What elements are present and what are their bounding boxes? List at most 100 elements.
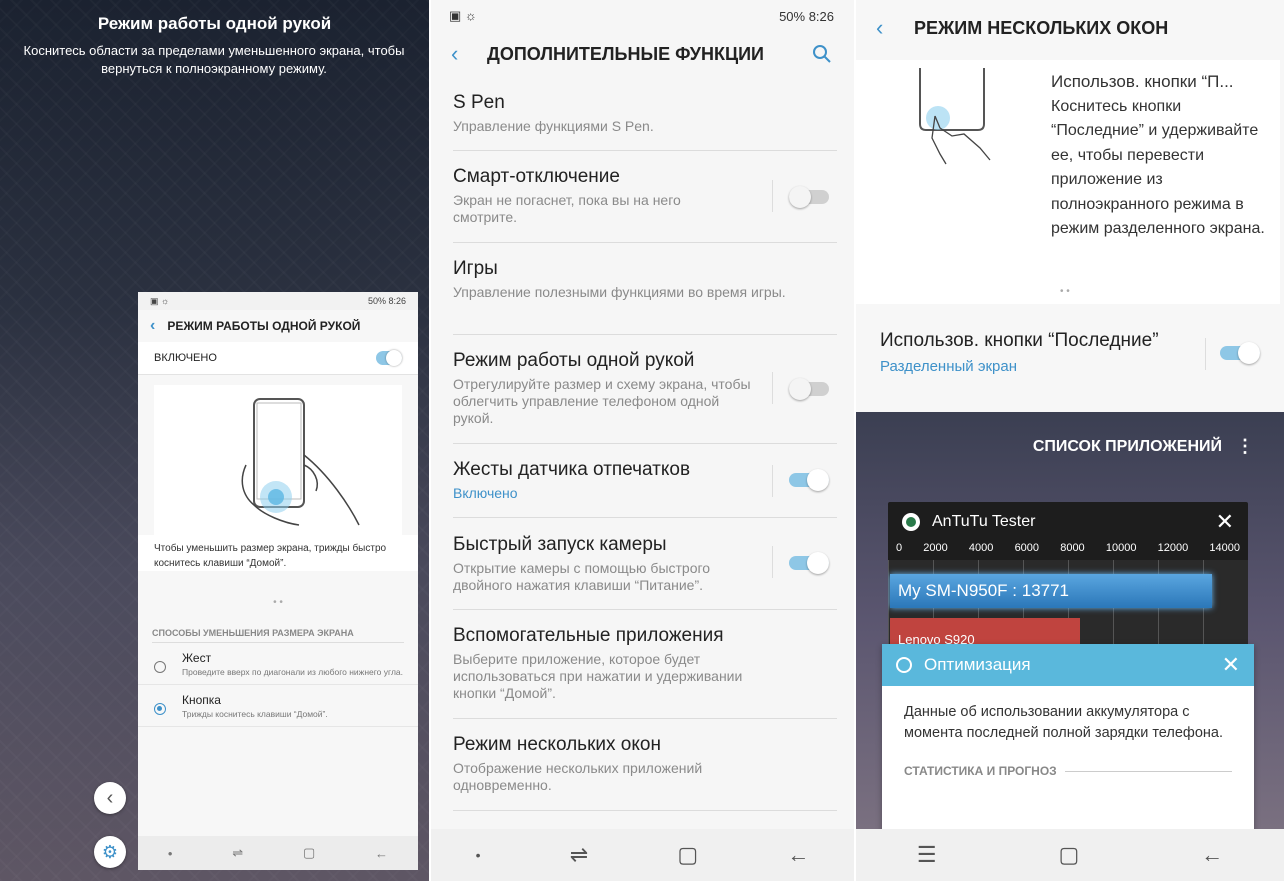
optimization-card[interactable]: Оптимизация ✕ Данные об использовании ак… (882, 644, 1254, 834)
one-hand-toggle[interactable] (789, 378, 829, 400)
option-button[interactable]: Кнопка Трижды коснитесь клавиши “Домой”. (138, 685, 418, 727)
list-item-games[interactable]: Игры Управление полезными функциями во в… (453, 258, 837, 335)
app-list-title: СПИСОК ПРИЛОЖЕНИЙ (1032, 438, 1222, 455)
item-label: Режим работы одной рукой (453, 350, 695, 371)
recents-icon[interactable]: ⇌ (570, 842, 588, 868)
mini-header-title: РЕЖИМ РАБОТЫ ОДНОЙ РУКОЙ (167, 319, 361, 333)
axis-tick: 10000 (1105, 542, 1137, 554)
list-item-multi-window[interactable]: Режим нескольких окон Отображение нескол… (453, 734, 837, 811)
item-desc: Открытие камеры с помощью быстрого двойн… (453, 560, 711, 593)
list-item-s-pen[interactable]: S Pen Управление функциями S Pen. (453, 92, 837, 151)
antutu-title: AnTuTu Tester (932, 513, 1036, 530)
back-icon[interactable]: ‹ (876, 15, 914, 41)
list-item-assistant-apps[interactable]: Вспомогательные приложения Выберите прил… (453, 625, 837, 719)
separator (772, 180, 773, 212)
settings-button[interactable]: ⚙ (94, 836, 126, 868)
list-item-quick-camera[interactable]: Быстрый запуск камеры Открытие камеры с … (453, 534, 837, 610)
multi-window-settings: ‹ РЕЖИМ НЕСКОЛЬКИХ ОКОН Использов. кнопк… (856, 0, 1284, 412)
gear-icon: ⚙ (101, 841, 119, 862)
mini-nav-bar: • ⇌ ▢ ← (138, 836, 418, 870)
close-icon[interactable]: ✕ (1216, 509, 1234, 535)
item-desc: Отрегулируйте размер и схему экрана, что… (453, 376, 751, 426)
switch-side-button[interactable]: ‹ (94, 782, 126, 814)
back-icon[interactable]: ‹ (451, 41, 487, 67)
info-card-title: Использов. кнопки “П... (1051, 72, 1234, 91)
hand-illustration (154, 385, 402, 535)
quick-camera-toggle[interactable] (789, 552, 829, 574)
info-card-body: Коснитесь кнопки “Последние” и удерживай… (1051, 97, 1265, 238)
item-label: Режим нескольких окон (453, 734, 661, 755)
reduced-screen[interactable]: ▣ ☼ 50% 8:26 ‹ РЕЖИМ РАБОТЫ ОДНОЙ РУКОЙ … (138, 292, 418, 870)
mini-status-right: 50% 8:26 (367, 296, 406, 306)
more-options-icon[interactable]: ⋮ (1236, 436, 1254, 457)
recents-multi-icon[interactable]: ☰ (917, 842, 937, 868)
page-indicator: • • (273, 597, 283, 608)
settings-header: ‹ ДОПОЛНИТЕЛЬНЫЕ ФУНКЦИИ (431, 32, 854, 76)
nav-dot-icon[interactable]: • (476, 847, 481, 863)
recents-button-row[interactable]: Использов. кнопки “Последние” Разделенны… (880, 330, 1264, 375)
radio-gesture[interactable] (154, 661, 166, 673)
fingerprint-toggle[interactable] (789, 469, 829, 491)
item-desc: Отображение нескольких приложений одновр… (453, 760, 703, 793)
status-bar: ▣ ☼ 50% 8:26 (431, 0, 854, 32)
option-desc: Проведите вверх по диагонали из любого н… (182, 667, 403, 677)
status-icons: ▣ ☼ (449, 8, 477, 23)
one-hand-subtitle: Коснитесь области за пределами уменьшенн… (23, 43, 405, 76)
home-icon[interactable]: ▢ (677, 842, 698, 868)
home-icon[interactable]: ▢ (1058, 842, 1079, 868)
back-nav-icon[interactable]: ← (787, 842, 809, 868)
item-label: Смарт-отключение (453, 166, 620, 187)
list-item-fingerprint-gestures[interactable]: Жесты датчика отпечатков Включено (453, 459, 837, 518)
list-item-smart-stay[interactable]: Смарт-отключение Экран не погаснет, пока… (453, 166, 837, 243)
page-indicator: • • (1060, 286, 1070, 297)
antutu-card[interactable]: AnTuTu Tester ✕ 0 2000 4000 6000 8000 10… (888, 502, 1248, 662)
chevron-left-icon: ‹ (106, 786, 114, 809)
item-desc: Экран не погаснет, пока вы на него смотр… (453, 192, 681, 225)
one-hand-mode-screen: Режим работы одной рукой Коснитесь облас… (0, 0, 429, 881)
row-label: Использов. кнопки “Последние” (880, 330, 1159, 351)
nav-bar: • ⇌ ▢ ← (431, 829, 854, 881)
mini-home-icon[interactable]: ▢ (303, 845, 315, 861)
mini-enabled-toggle[interactable] (376, 350, 402, 366)
mini-back-icon[interactable]: ‹ (150, 317, 155, 335)
optimization-body: Данные об использовании аккумулятора с м… (904, 704, 1224, 741)
mini-section-title: СПОСОБЫ УМЕНЬШЕНИЯ РАЗМЕРА ЭКРАНА (152, 628, 404, 643)
list-item-one-hand[interactable]: Режим работы одной рукой Отрегулируйте р… (453, 350, 837, 444)
recents-toggle[interactable] (1220, 342, 1260, 364)
search-icon[interactable] (812, 44, 832, 64)
close-icon[interactable]: ✕ (1222, 652, 1240, 678)
item-label: Игры (453, 258, 498, 279)
status-right: 50% 8:26 (779, 8, 834, 24)
antutu-app-icon (902, 513, 920, 531)
mini-header: ‹ РЕЖИМ РАБОТЫ ОДНОЙ РУКОЙ (138, 310, 418, 342)
axis-tick: 0 (896, 542, 903, 554)
option-gesture[interactable]: Жест Проведите вверх по диагонали из люб… (138, 643, 418, 685)
advanced-features-screen: ▣ ☼ 50% 8:26 ‹ ДОПОЛНИТЕЛЬНЫЕ ФУНКЦИИ S … (431, 0, 854, 881)
axis-tick: 8000 (1060, 542, 1085, 554)
separator (772, 465, 773, 497)
radio-button[interactable] (154, 703, 166, 715)
back-nav-icon[interactable]: ← (1201, 842, 1223, 868)
score-bar-my-device: My SM-N950F : 13771 (890, 574, 1212, 608)
item-desc: Выберите приложение, которое будет испол… (453, 651, 743, 701)
item-label: Вспомогательные приложения (453, 625, 724, 646)
smart-stay-toggle[interactable] (789, 186, 829, 208)
item-label: S Pen (453, 92, 505, 113)
axis-tick: 6000 (1014, 542, 1040, 554)
mini-nav-dot-icon[interactable]: • (168, 846, 173, 861)
mini-recents-icon[interactable]: ⇌ (232, 845, 243, 861)
axis-tick: 12000 (1157, 542, 1189, 554)
item-status: Включено (453, 485, 518, 501)
page-title: ДОПОЛНИТЕЛЬНЫЕ ФУНКЦИИ (487, 43, 764, 64)
mini-hint: Чтобы уменьшить размер экрана, трижды бы… (138, 535, 418, 571)
hand-phone-icon (241, 398, 360, 526)
mini-enabled-row[interactable]: ВКЛЮЧЕНО (138, 342, 418, 375)
mini-back-nav-icon[interactable]: ← (375, 846, 388, 861)
info-card-text: Использов. кнопки “П... Коснитесь кнопки… (1051, 70, 1271, 242)
optimization-section: СТАТИСТИКА И ПРОГНОЗ (904, 764, 1232, 778)
option-desc: Трижды коснитесь клавиши “Домой”. (182, 709, 328, 719)
separator (772, 546, 773, 578)
mini-enabled-label: ВКЛЮЧЕНО (154, 352, 217, 364)
item-desc: Управление функциями S Pen. (453, 118, 654, 134)
power-icon (896, 657, 912, 673)
